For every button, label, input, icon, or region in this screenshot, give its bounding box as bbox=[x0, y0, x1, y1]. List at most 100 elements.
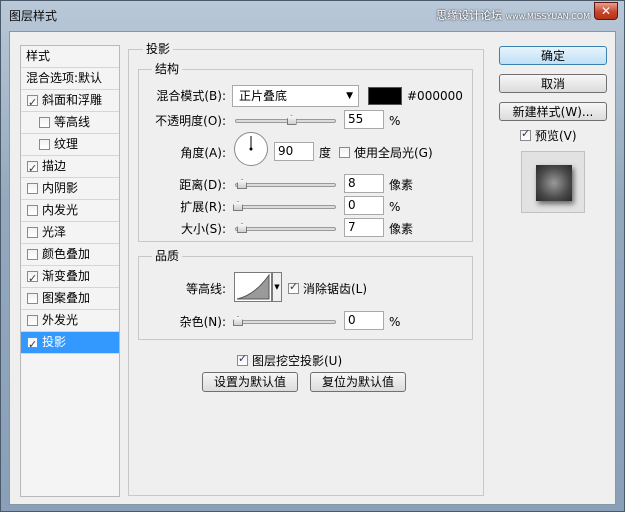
style-item-checkbox[interactable] bbox=[39, 117, 50, 128]
style-item-label: 描边 bbox=[42, 159, 67, 173]
noise-slider[interactable] bbox=[233, 316, 336, 326]
structure-title: 结构 bbox=[152, 62, 183, 76]
size-label: 大小(S): bbox=[180, 222, 226, 236]
blend-mode-value: 正片叠底 bbox=[239, 89, 288, 103]
opacity-label: 不透明度(O): bbox=[155, 114, 226, 128]
opacity-unit: % bbox=[389, 114, 401, 128]
size-input[interactable]: 7 bbox=[344, 218, 384, 237]
style-item-checkbox[interactable] bbox=[27, 334, 38, 355]
distance-slider-thumb[interactable] bbox=[237, 179, 247, 189]
dialog-client: 样式 混合选项:默认 斜面和浮雕等高线纹理描边内阴影内发光光泽颜色叠加渐变叠加图… bbox=[9, 31, 616, 505]
style-item-label: 渐变叠加 bbox=[42, 269, 91, 283]
style-item-checkbox[interactable] bbox=[27, 205, 38, 216]
chevron-down-icon: ▼ bbox=[346, 91, 353, 101]
distance-slider[interactable] bbox=[235, 179, 336, 189]
contour-picker[interactable] bbox=[234, 272, 272, 302]
size-slider[interactable] bbox=[235, 223, 336, 233]
style-item-label: 斜面和浮雕 bbox=[42, 93, 103, 107]
angle-input[interactable]: 90 bbox=[274, 142, 314, 161]
set-default-button[interactable]: 设置为默认值 bbox=[202, 372, 298, 392]
style-item[interactable]: 外发光 bbox=[21, 310, 119, 332]
style-item[interactable]: 图案叠加 bbox=[21, 288, 119, 310]
style-item-checkbox[interactable] bbox=[39, 139, 50, 150]
drop-shadow-title: 投影 bbox=[143, 42, 174, 56]
preview-swatch-image bbox=[536, 165, 572, 201]
shadow-color-hex: #000000 bbox=[407, 89, 463, 103]
style-item-checkbox[interactable] bbox=[27, 268, 38, 289]
title-bar[interactable]: 图层样式 思缘设计论坛 www.MISSYUAN.COM ✕ bbox=[1, 1, 624, 31]
cancel-button[interactable]: 取消 bbox=[499, 74, 607, 93]
blend-mode-select[interactable]: 正片叠底 ▼ bbox=[232, 85, 359, 107]
style-item-checkbox[interactable] bbox=[27, 92, 38, 113]
contour-dropdown-arrow-icon[interactable]: ▼ bbox=[272, 272, 282, 302]
knockout-checkbox[interactable] bbox=[237, 352, 248, 366]
spread-input[interactable]: 0 bbox=[344, 196, 384, 215]
style-item-checkbox[interactable] bbox=[27, 315, 38, 326]
style-item-label: 内发光 bbox=[42, 203, 79, 217]
spread-slider-thumb[interactable] bbox=[233, 201, 243, 211]
style-item-checkbox[interactable] bbox=[27, 293, 38, 304]
distance-input[interactable]: 8 bbox=[344, 174, 384, 193]
noise-label: 杂色(N): bbox=[179, 315, 226, 329]
noise-unit: % bbox=[389, 315, 401, 329]
quality-title: 品质 bbox=[152, 249, 183, 263]
ok-button[interactable]: 确定 bbox=[499, 46, 607, 65]
noise-slider-thumb[interactable] bbox=[233, 316, 243, 326]
styles-header[interactable]: 样式 bbox=[21, 46, 119, 68]
noise-input[interactable]: 0 bbox=[344, 311, 384, 330]
style-item[interactable]: 颜色叠加 bbox=[21, 244, 119, 266]
style-item-checkbox[interactable] bbox=[27, 183, 38, 194]
style-item[interactable]: 光泽 bbox=[21, 222, 119, 244]
styles-header-label: 样式 bbox=[26, 49, 51, 63]
style-item[interactable]: 内阴影 bbox=[21, 178, 119, 200]
blend-options-item[interactable]: 混合选项:默认 bbox=[21, 68, 119, 90]
style-item[interactable]: 渐变叠加 bbox=[21, 266, 119, 289]
watermark-name: 思缘设计论坛 bbox=[436, 9, 503, 22]
opacity-input[interactable]: 55 bbox=[344, 110, 384, 129]
angle-dial[interactable] bbox=[234, 132, 268, 166]
style-item[interactable]: 描边 bbox=[21, 156, 119, 179]
style-item-checkbox[interactable] bbox=[27, 158, 38, 179]
spread-slider[interactable] bbox=[233, 201, 336, 211]
style-item[interactable]: 等高线 bbox=[21, 112, 119, 134]
dialog-window: 图层样式 思缘设计论坛 www.MISSYUAN.COM ✕ 样式 混合选项:默… bbox=[0, 0, 625, 512]
style-item-label: 图案叠加 bbox=[42, 291, 91, 305]
distance-unit: 像素 bbox=[389, 178, 414, 192]
style-item[interactable]: 内发光 bbox=[21, 200, 119, 222]
close-button[interactable]: ✕ bbox=[594, 2, 618, 20]
drop-shadow-group: 投影 结构 混合模式(B): 正片叠底 ▼ #000000 不透明度(O): 5… bbox=[128, 42, 484, 496]
new-style-button[interactable]: 新建样式(W)... bbox=[499, 102, 607, 121]
global-light-checkbox[interactable] bbox=[339, 147, 350, 158]
style-item-checkbox[interactable] bbox=[27, 249, 38, 260]
style-item-checkbox[interactable] bbox=[27, 227, 38, 238]
style-item[interactable]: 斜面和浮雕 bbox=[21, 90, 119, 113]
preview-checkbox[interactable] bbox=[520, 127, 531, 141]
reset-default-button[interactable]: 复位为默认值 bbox=[310, 372, 406, 392]
preview-label: 预览(V) bbox=[535, 129, 577, 143]
anti-alias-checkbox[interactable] bbox=[288, 280, 299, 294]
window-title: 图层样式 bbox=[9, 9, 58, 23]
quality-group: 品质 等高线: ▼ 消除锯齿(L) 杂色(N): 0 % bbox=[138, 249, 473, 340]
blend-options-label: 混合选项:默认 bbox=[26, 71, 103, 85]
style-item-label: 等高线 bbox=[54, 115, 91, 129]
opacity-slider-thumb[interactable] bbox=[286, 115, 297, 125]
size-unit: 像素 bbox=[389, 222, 414, 236]
style-item-label: 颜色叠加 bbox=[42, 247, 91, 261]
shadow-color-swatch[interactable] bbox=[368, 87, 402, 105]
angle-label: 角度(A): bbox=[180, 146, 226, 160]
watermark: 思缘设计论坛 www.MISSYUAN.COM bbox=[436, 7, 590, 23]
size-slider-thumb[interactable] bbox=[237, 223, 247, 233]
opacity-slider[interactable] bbox=[235, 115, 336, 125]
style-item-label: 外发光 bbox=[42, 313, 79, 327]
angle-dial-needle bbox=[249, 136, 253, 151]
global-light-label: 使用全局光(G) bbox=[354, 146, 433, 160]
style-item-label: 纹理 bbox=[54, 137, 79, 151]
style-item[interactable]: 纹理 bbox=[21, 134, 119, 156]
watermark-url: www.MISSYUAN.COM bbox=[505, 12, 590, 21]
contour-label: 等高线: bbox=[185, 282, 226, 296]
anti-alias-label: 消除锯齿(L) bbox=[303, 282, 368, 296]
contour-curve-icon bbox=[236, 273, 270, 300]
blend-mode-label: 混合模式(B): bbox=[156, 89, 226, 103]
style-item[interactable]: 投影 bbox=[21, 332, 119, 355]
spread-label: 扩展(R): bbox=[180, 200, 226, 214]
